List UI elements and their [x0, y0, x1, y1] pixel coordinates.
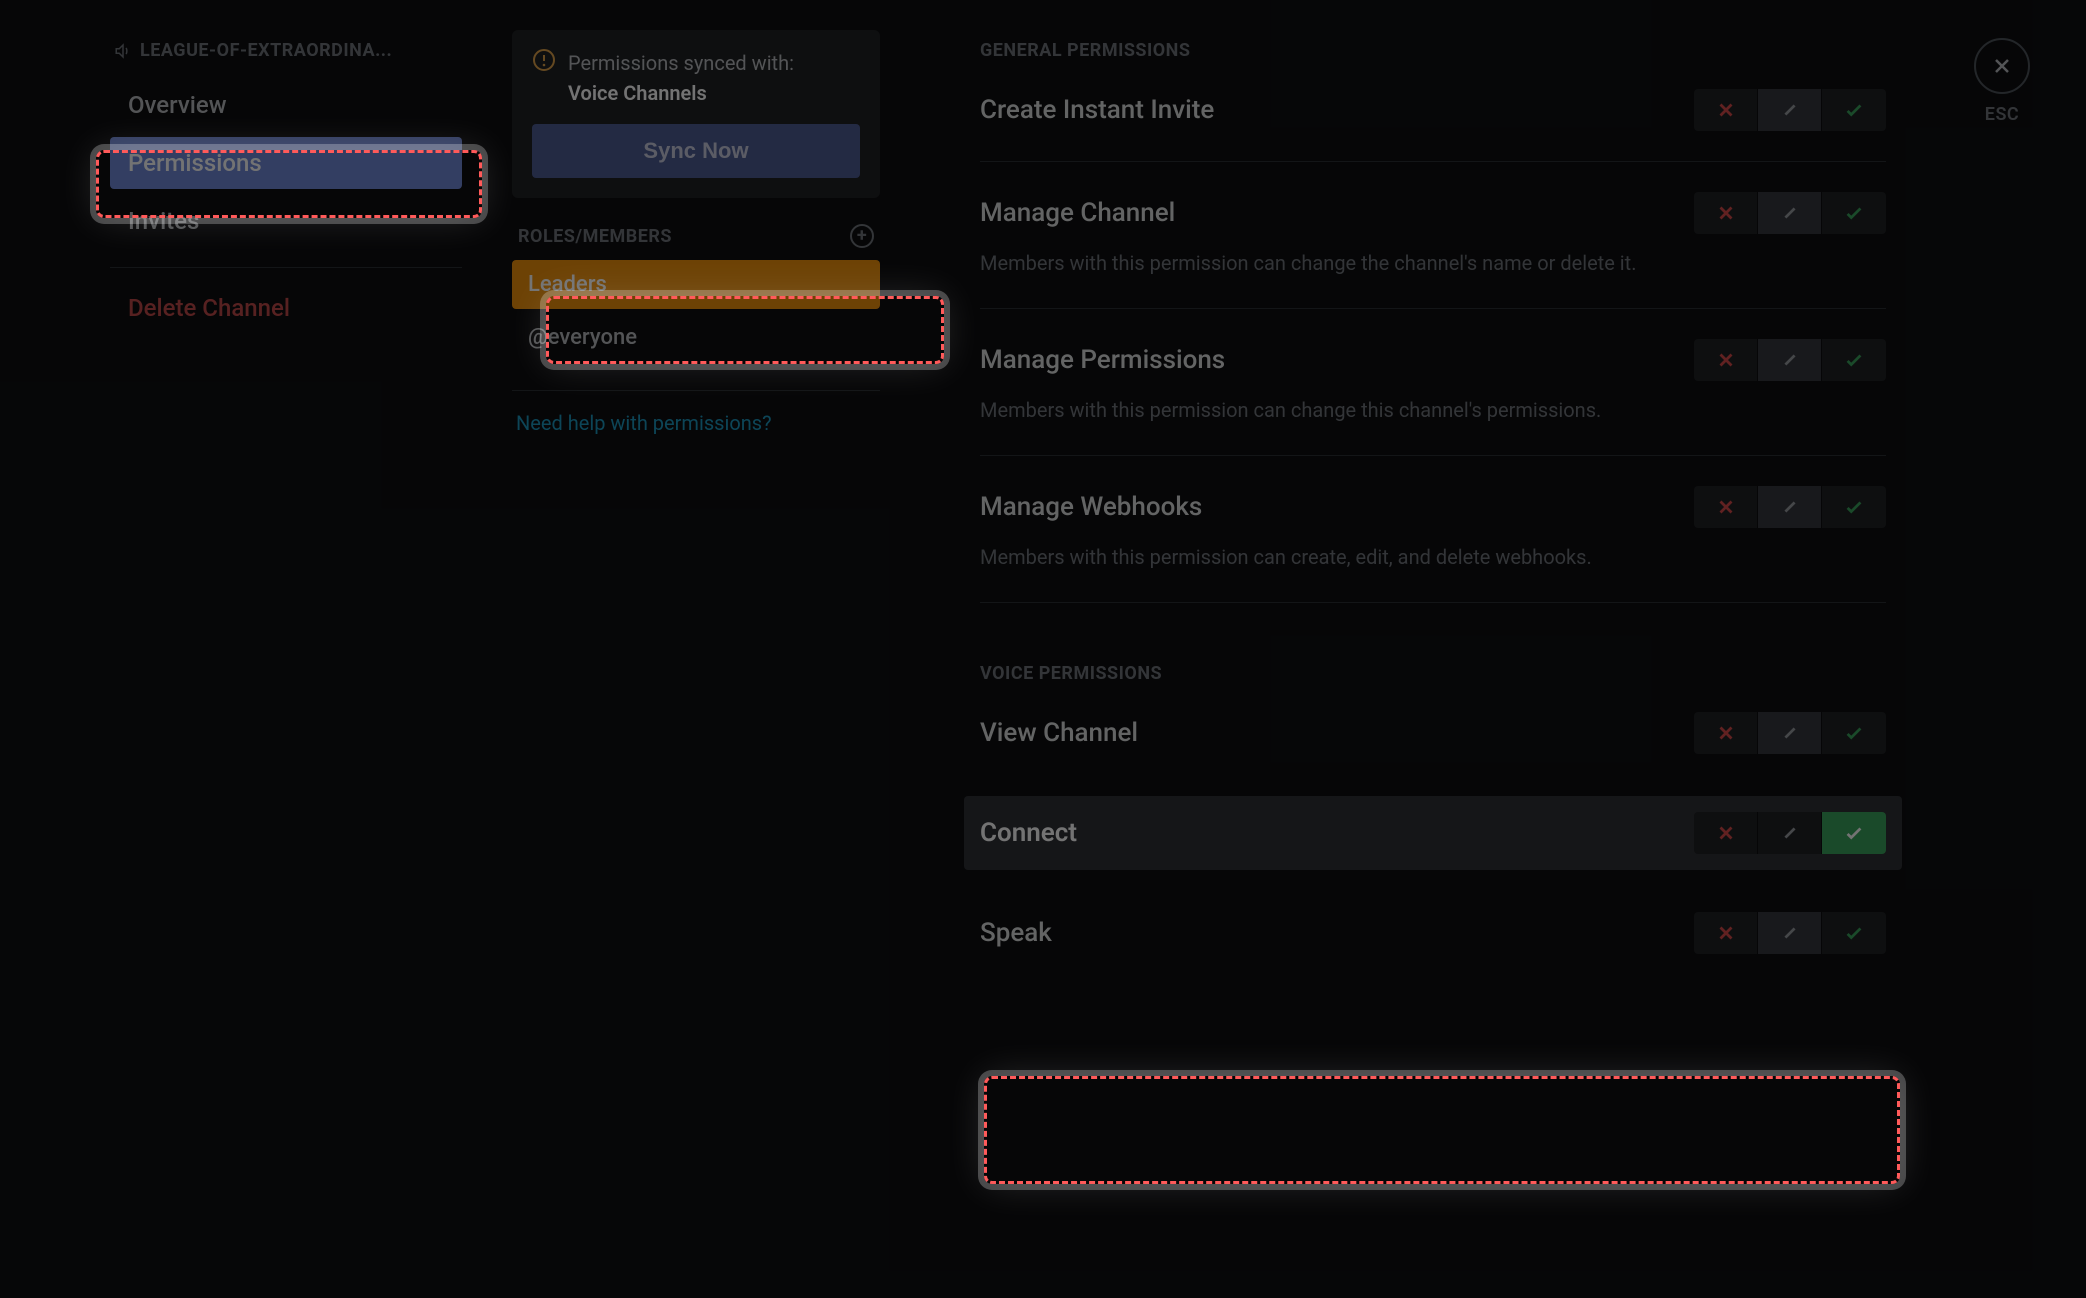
toggle-allow[interactable]: [1822, 339, 1886, 381]
toggle-neutral[interactable]: [1758, 192, 1822, 234]
perm-row-manage-channel: Manage Channel: [980, 192, 1886, 234]
toggle-deny[interactable]: [1694, 712, 1758, 754]
toggle-deny[interactable]: [1694, 486, 1758, 528]
toggle-neutral[interactable]: [1758, 812, 1822, 854]
perm-row-view-channel: View Channel: [980, 712, 1886, 754]
roles-column: Permissions synced with: Voice Channels …: [492, 0, 900, 1298]
sync-now-button[interactable]: Sync Now: [532, 124, 860, 178]
toggle-allow[interactable]: [1822, 486, 1886, 528]
toggle-allow[interactable]: [1822, 912, 1886, 954]
perm-divider: [980, 308, 1886, 309]
permissions-panel: GENERAL PERMISSIONS Create Instant Invit…: [900, 0, 2086, 1298]
toggle-deny[interactable]: [1694, 192, 1758, 234]
toggle-allow[interactable]: [1822, 89, 1886, 131]
toggle-group-manage-permissions: [1694, 339, 1886, 381]
esc-label: ESC: [1985, 104, 2019, 125]
toggle-allow[interactable]: [1822, 812, 1886, 854]
sync-box: Permissions synced with: Voice Channels …: [512, 30, 880, 198]
perm-title-manage-channel: Manage Channel: [980, 198, 1175, 228]
perm-title-connect: Connect: [980, 818, 1077, 848]
sidebar-item-delete-channel[interactable]: Delete Channel: [110, 282, 462, 334]
settings-sidebar: LEAGUE-OF-EXTRAORDINA... Overview Permis…: [0, 0, 492, 1298]
toggle-neutral[interactable]: [1758, 712, 1822, 754]
perm-desc-manage-webhooks: Members with this permission can create,…: [980, 542, 1800, 572]
channel-name-text: LEAGUE-OF-EXTRAORDINA...: [140, 40, 392, 61]
toggle-deny[interactable]: [1694, 912, 1758, 954]
toggle-neutral[interactable]: [1758, 339, 1822, 381]
mid-divider: [512, 390, 880, 391]
perm-desc-manage-channel: Members with this permission can change …: [980, 248, 1800, 278]
sync-line1: Permissions synced with:: [568, 51, 794, 75]
roles-header: ROLES/MEMBERS +: [512, 224, 880, 248]
perm-title-manage-webhooks: Manage Webhooks: [980, 492, 1202, 522]
toggle-deny[interactable]: [1694, 89, 1758, 131]
add-role-button[interactable]: +: [850, 224, 874, 248]
toggle-neutral[interactable]: [1758, 912, 1822, 954]
section-general-permissions: GENERAL PERMISSIONS: [980, 40, 1886, 61]
toggle-allow[interactable]: [1822, 712, 1886, 754]
section-voice-permissions: VOICE PERMISSIONS: [980, 663, 1886, 684]
perm-divider: [980, 455, 1886, 456]
perm-row-create-invite: Create Instant Invite: [980, 89, 1886, 131]
roles-header-label: ROLES/MEMBERS: [518, 226, 672, 247]
perm-title-manage-permissions: Manage Permissions: [980, 345, 1225, 375]
help-permissions-link[interactable]: Need help with permissions?: [512, 411, 880, 435]
toggle-group-create-invite: [1694, 89, 1886, 131]
perm-title-view-channel: View Channel: [980, 718, 1138, 748]
sidebar-divider: [110, 267, 462, 268]
close-group: ESC: [1974, 38, 2030, 125]
perm-divider: [980, 602, 1886, 603]
perm-desc-manage-permissions: Members with this permission can change …: [980, 395, 1800, 425]
sidebar-item-overview[interactable]: Overview: [110, 79, 462, 131]
perm-row-manage-permissions: Manage Permissions: [980, 339, 1886, 381]
toggle-neutral[interactable]: [1758, 89, 1822, 131]
warning-icon: [532, 48, 556, 72]
perm-row-speak: Speak: [980, 912, 1886, 954]
toggle-group-view-channel: [1694, 712, 1886, 754]
channel-name-header: LEAGUE-OF-EXTRAORDINA...: [110, 40, 462, 61]
toggle-allow[interactable]: [1822, 192, 1886, 234]
perm-title-create-invite: Create Instant Invite: [980, 95, 1214, 125]
toggle-group-speak: [1694, 912, 1886, 954]
sidebar-item-invites[interactable]: Invites: [110, 195, 462, 247]
perm-divider: [980, 161, 1886, 162]
perm-title-speak: Speak: [980, 918, 1052, 948]
close-button[interactable]: [1974, 38, 2030, 94]
perm-row-manage-webhooks: Manage Webhooks: [980, 486, 1886, 528]
toggle-group-connect: [1694, 812, 1886, 854]
sidebar-item-permissions[interactable]: Permissions: [110, 137, 462, 189]
toggle-group-manage-webhooks: [1694, 486, 1886, 528]
role-item-leaders[interactable]: Leaders: [512, 260, 880, 309]
role-item-everyone[interactable]: @everyone: [512, 313, 880, 362]
sync-line2: Voice Channels: [568, 78, 794, 108]
perm-row-connect: Connect: [964, 796, 1902, 870]
toggle-deny[interactable]: [1694, 812, 1758, 854]
toggle-group-manage-channel: [1694, 192, 1886, 234]
toggle-deny[interactable]: [1694, 339, 1758, 381]
volume-icon: [114, 42, 132, 60]
toggle-neutral[interactable]: [1758, 486, 1822, 528]
